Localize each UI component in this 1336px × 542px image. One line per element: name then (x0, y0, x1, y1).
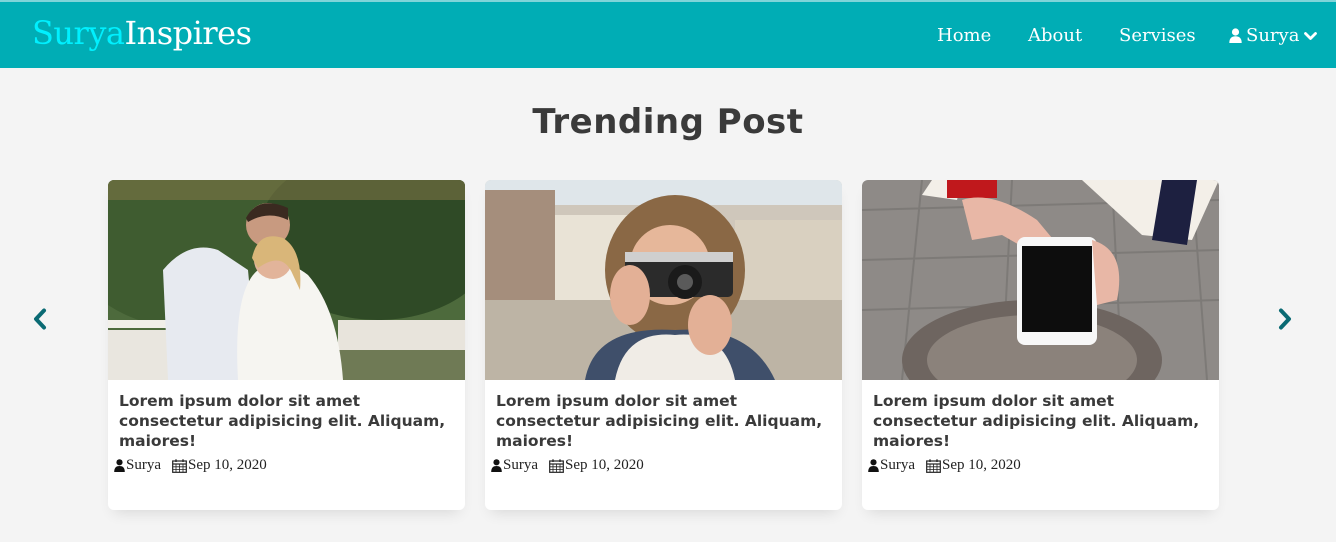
post-author-name: Surya (880, 457, 915, 473)
brand-name-part2: Inspires (124, 14, 252, 52)
post-author: Surya (114, 457, 161, 474)
post-author: Surya (491, 457, 538, 474)
post-date: Sep 10, 2020 (172, 457, 267, 474)
post-date-text: Sep 10, 2020 (565, 457, 644, 473)
post-meta: Surya Sep 10, 2020 (868, 457, 1021, 474)
chevron-right-icon (1278, 308, 1292, 334)
couple-photo (108, 180, 465, 380)
brand-logo[interactable]: SuryaInspires (32, 14, 252, 52)
nav-user-label: Surya (1246, 25, 1300, 46)
post-title: Lorem ipsum dolor sit amet consectetur a… (873, 392, 1200, 450)
carousel-prev-button[interactable] (29, 308, 51, 334)
nav-services-link[interactable]: Servises (1119, 25, 1196, 46)
nav-home-link[interactable]: Home (937, 25, 991, 46)
section-title: Trending Post (532, 102, 804, 142)
post-title: Lorem ipsum dolor sit amet consectetur a… (496, 392, 823, 450)
user-icon (1229, 28, 1242, 43)
nav-user-dropdown[interactable]: Surya (1229, 25, 1318, 46)
post-author-name: Surya (503, 457, 538, 473)
nav-about-link[interactable]: About (1028, 25, 1082, 46)
user-icon (491, 459, 503, 472)
post-card[interactable]: Lorem ipsum dolor sit amet consectetur a… (862, 180, 1219, 510)
woman-camera-photo (485, 180, 842, 380)
top-navbar: SuryaInspires Home About Servises Surya (0, 0, 1336, 68)
calendar-icon (926, 458, 942, 473)
post-title: Lorem ipsum dolor sit amet consectetur a… (119, 392, 446, 450)
post-author: Surya (868, 457, 915, 474)
post-date: Sep 10, 2020 (549, 457, 644, 474)
brand-name-part1: Surya (32, 14, 125, 52)
user-icon (868, 459, 880, 472)
post-date: Sep 10, 2020 (926, 457, 1021, 474)
post-date-text: Sep 10, 2020 (188, 457, 267, 473)
post-author-name: Surya (126, 457, 161, 473)
post-meta: Surya Sep 10, 2020 (114, 457, 267, 474)
chevron-left-icon (33, 308, 47, 334)
chevron-down-icon (1304, 31, 1318, 41)
hands-phone-photo (862, 180, 1219, 380)
calendar-icon (549, 458, 565, 473)
post-date-text: Sep 10, 2020 (942, 457, 1021, 473)
user-icon (114, 459, 126, 472)
carousel-next-button[interactable] (1274, 308, 1296, 334)
post-card[interactable]: Lorem ipsum dolor sit amet consectetur a… (485, 180, 842, 510)
post-meta: Surya Sep 10, 2020 (491, 457, 644, 474)
post-card[interactable]: Lorem ipsum dolor sit amet consectetur a… (108, 180, 465, 510)
calendar-icon (172, 458, 188, 473)
